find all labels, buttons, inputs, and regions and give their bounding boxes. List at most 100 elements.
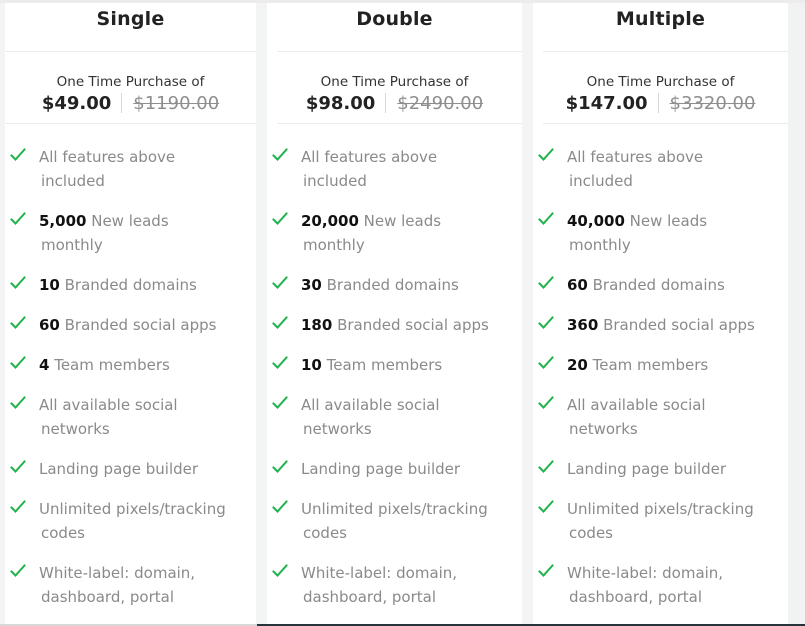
plan-title: Double — [356, 8, 433, 30]
feature-label: All features above — [39, 148, 176, 166]
feature-text: 360 Branded social apps — [567, 313, 788, 337]
feature-text: Landing page builder — [567, 457, 788, 481]
original-price: $3320.00 — [669, 93, 756, 114]
feature-label: White-label: domain, — [567, 564, 724, 582]
feature-text: All available social — [567, 393, 788, 417]
price-row: $147.00 $3320.00 — [533, 93, 788, 114]
price-separator — [121, 93, 123, 113]
sale-price: $49.00 — [41, 93, 112, 114]
feature-label: White-label: domain, — [301, 564, 458, 582]
price-separator — [385, 93, 387, 113]
check-icon — [538, 356, 554, 369]
plan-card-multiple: Multiple One Time Purchase of $147.00 $33… — [533, 3, 794, 626]
feature-text: 180 Branded social apps — [301, 313, 522, 337]
feature-item: 360 Branded social apps — [533, 313, 788, 337]
check-icon — [10, 460, 26, 473]
feature-text: 30 Branded domains — [301, 273, 522, 297]
feature-item: Unlimited pixels/tracking codes — [267, 497, 522, 545]
feature-quantity: 4 — [39, 356, 50, 374]
feature-label: All features above — [567, 148, 704, 166]
feature-label-continued: networks — [569, 420, 638, 438]
feature-text: 4 Team members — [39, 353, 256, 377]
feature-label-continued: included — [41, 172, 105, 190]
feature-label-continued: codes — [569, 524, 613, 542]
feature-label: New leads — [86, 212, 169, 230]
feature-text: Landing page builder — [39, 457, 256, 481]
check-icon — [272, 396, 288, 409]
feature-quantity: 30 — [301, 276, 322, 294]
feature-label: Branded domains — [59, 276, 197, 294]
check-icon — [538, 276, 554, 289]
feature-text: Unlimited pixels/tracking — [39, 497, 256, 521]
feature-item: 60 Branded social apps — [5, 313, 256, 337]
feature-text: Unlimited pixels/tracking — [567, 497, 788, 521]
feature-label: Branded domains — [321, 276, 459, 294]
feature-item: 5,000 New leads monthly — [5, 209, 256, 257]
feature-item: All available social networks — [533, 393, 788, 441]
feature-item: 30 Branded domains — [267, 273, 522, 297]
feature-text: 20 Team members — [567, 353, 788, 377]
feature-label-continued: codes — [303, 524, 347, 542]
divider — [277, 51, 522, 52]
check-icon — [10, 276, 26, 289]
feature-quantity: 60 — [39, 316, 60, 334]
feature-quantity: 60 — [567, 276, 588, 294]
feature-label: Unlimited pixels/tracking — [301, 500, 488, 518]
divider — [543, 51, 794, 52]
check-icon — [272, 500, 288, 513]
check-icon — [272, 316, 288, 329]
check-icon — [10, 316, 26, 329]
feature-quantity: 20,000 — [301, 212, 359, 230]
check-icon — [10, 500, 26, 513]
feature-text: 60 Branded domains — [567, 273, 788, 297]
feature-label-continued: dashboard, portal — [303, 588, 436, 606]
sale-price: $98.00 — [305, 93, 376, 114]
feature-text: 20,000 New leads — [301, 209, 522, 233]
feature-label: All available social — [567, 396, 706, 414]
feature-item: All available social networks — [267, 393, 522, 441]
feature-label: All features above — [301, 148, 438, 166]
feature-label: New leads — [358, 212, 442, 230]
check-icon — [272, 460, 288, 473]
feature-item: All available social networks — [5, 393, 256, 441]
feature-label: Unlimited pixels/tracking — [39, 500, 226, 518]
price-row: $49.00 $1190.00 — [5, 93, 256, 114]
feature-text: All features above — [567, 145, 788, 169]
check-icon — [272, 212, 288, 225]
feature-label-continued: monthly — [41, 236, 103, 254]
feature-text: All available social — [301, 393, 522, 417]
feature-label: Branded social apps — [332, 316, 489, 334]
right-gutter — [788, 3, 805, 626]
price-label: One Time Purchase of — [586, 74, 735, 90]
feature-quantity: 5,000 — [39, 212, 87, 230]
feature-item: 10 Team members — [267, 353, 522, 377]
feature-label: Landing page builder — [567, 460, 727, 478]
divider — [5, 51, 256, 52]
price-separator — [657, 93, 659, 113]
check-icon — [272, 356, 288, 369]
feature-item: Landing page builder — [5, 457, 256, 481]
feature-item: White-label: domain, dashboard, portal — [5, 561, 256, 609]
feature-label-continued: monthly — [569, 236, 631, 254]
feature-label-continued: dashboard, portal — [569, 588, 702, 606]
feature-text: 60 Branded social apps — [39, 313, 256, 337]
feature-item: 60 Branded domains — [533, 273, 788, 297]
feature-item: 20 Team members — [533, 353, 788, 377]
divider — [543, 123, 788, 124]
divider — [5, 123, 256, 124]
feature-label: New leads — [624, 212, 708, 230]
feature-quantity: 20 — [567, 356, 588, 374]
feature-item: 4 Team members — [5, 353, 256, 377]
feature-list: All features above included 40,000 New lea… — [533, 145, 788, 625]
feature-text: Unlimited pixels/tracking — [301, 497, 522, 521]
check-icon — [10, 212, 26, 225]
feature-label-continued: codes — [41, 524, 85, 542]
feature-label-continued: monthly — [303, 236, 365, 254]
feature-label-continued: dashboard, portal — [41, 588, 174, 606]
price-row: $98.00 $2490.00 — [267, 93, 522, 114]
feature-quantity: 40,000 — [567, 212, 625, 230]
feature-text: White-label: domain, — [567, 561, 788, 585]
plan-card-single: Single One Time Purchase of $49.00 $1190.… — [5, 3, 256, 626]
original-price: $1190.00 — [133, 93, 220, 114]
feature-item: Landing page builder — [533, 457, 788, 481]
